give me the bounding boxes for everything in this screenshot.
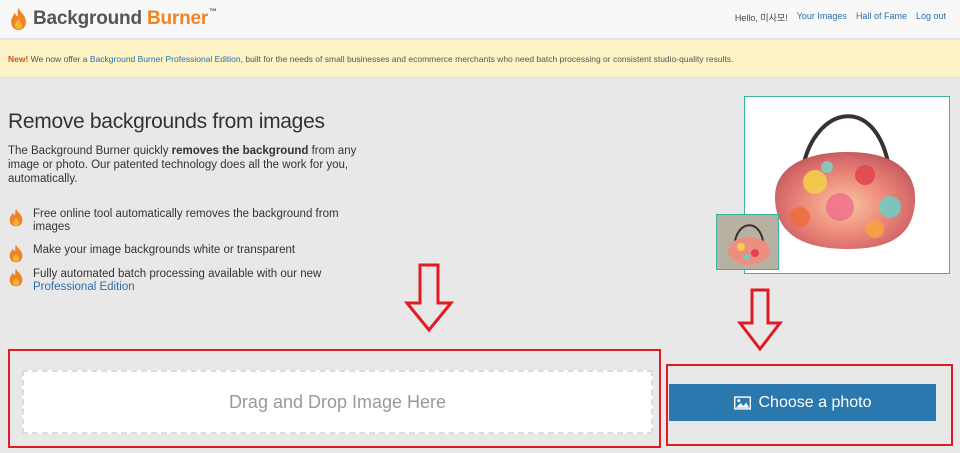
- feature-list: Free online tool automatically removes t…: [8, 208, 348, 294]
- pro-edition-banner-link[interactable]: Background Burner Professional Edition: [90, 54, 241, 64]
- picture-icon: [733, 395, 751, 410]
- demo-original-thumbnail: [716, 214, 779, 270]
- choose-photo-button[interactable]: Choose a photo: [669, 384, 936, 421]
- banner-text-after: , built for the needs of small businesse…: [240, 54, 734, 64]
- image-dropzone[interactable]: Drag and Drop Image Here: [22, 370, 653, 434]
- flame-icon: [9, 245, 23, 263]
- trademark-mark: ™: [209, 6, 218, 16]
- handbag-thumbnail-image: [717, 215, 778, 269]
- pro-edition-link[interactable]: Professional Edition: [33, 281, 135, 293]
- feature-item: Fully automated batch processing availab…: [8, 268, 348, 294]
- feature-text: Free online tool automatically removes t…: [33, 208, 339, 234]
- intro-bold-text: removes the background: [171, 145, 309, 157]
- new-label: New!: [8, 54, 29, 64]
- top-navbar: Background Burner ™ Hello, 미사모! Your Imag…: [0, 0, 960, 39]
- arrow-down-icon: [404, 263, 454, 333]
- dropzone-label: Drag and Drop Image Here: [228, 391, 447, 412]
- brand-name-second: Burner: [146, 8, 209, 29]
- intro-text-start: The Background Burner quickly: [8, 145, 172, 157]
- flame-icon: [9, 268, 23, 286]
- nav-your-images[interactable]: Your Images: [797, 11, 847, 24]
- feature-text: Fully automated batch processing availab…: [33, 267, 322, 280]
- choose-photo-label: Choose a photo: [758, 393, 872, 411]
- brand-name: Background Burner: [33, 8, 208, 30]
- brand-logo[interactable]: Background Burner ™: [9, 6, 217, 32]
- top-nav: Hello, 미사모! Your Images Hall of Fame Log…: [735, 11, 946, 24]
- nav-log-out[interactable]: Log out: [916, 11, 946, 24]
- feature-item: Make your image backgrounds white or tra…: [8, 244, 348, 263]
- user-greeting: Hello, 미사모!: [734, 13, 788, 23]
- feature-item: Free online tool automatically removes t…: [8, 208, 348, 234]
- page-title: Remove backgrounds from images: [8, 110, 325, 133]
- nav-hall-of-fame[interactable]: Hall of Fame: [856, 11, 907, 24]
- brand-name-first: Background: [33, 8, 142, 29]
- banner-text-before: We now offer a: [28, 54, 90, 64]
- flame-icon: [11, 7, 26, 31]
- arrow-down-icon: [737, 288, 783, 352]
- promo-banner: New! We now offer a Background Burner Pr…: [0, 40, 960, 78]
- flame-icon: [9, 208, 23, 227]
- feature-text: Make your image backgrounds white or tra…: [33, 244, 296, 257]
- intro-paragraph: The Background Burner quickly removes th…: [8, 145, 368, 186]
